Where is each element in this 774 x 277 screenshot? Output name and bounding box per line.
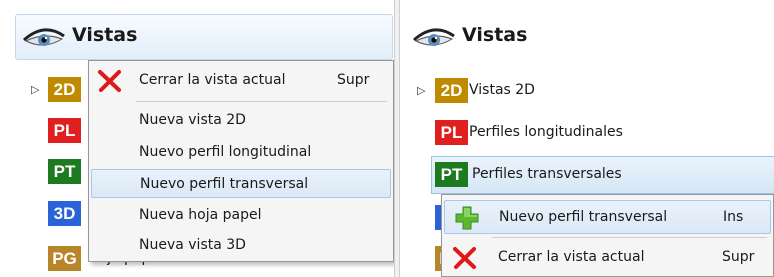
badge-3d: 3D bbox=[48, 201, 81, 226]
views-title: Vistas bbox=[462, 24, 528, 46]
tree-item-pt[interactable]: PT Perfiles transversales bbox=[435, 162, 765, 190]
menu-item-label: Nuevo perfil transversal bbox=[140, 176, 309, 192]
menu-item-label: Cerrar la vista actual bbox=[139, 72, 286, 88]
menu-item-label: Nuevo perfil transversal bbox=[499, 209, 668, 225]
menu-item-label: Cerrar la vista actual bbox=[498, 249, 645, 265]
badge-pg: PG bbox=[48, 246, 81, 271]
add-plus-icon bbox=[455, 206, 479, 230]
menu-item-close-view[interactable]: Cerrar la vista actual Supr bbox=[442, 243, 773, 272]
menu-item-new-longitudinal-profile[interactable]: Nuevo perfil longitudinal bbox=[89, 138, 393, 167]
menu-item-label: Nueva vista 3D bbox=[139, 237, 246, 253]
views-title: Vistas bbox=[72, 24, 138, 46]
close-x-icon bbox=[98, 70, 121, 92]
menu-item-new-2d-view[interactable]: Nueva vista 2D bbox=[89, 106, 393, 135]
eye-icon bbox=[22, 28, 65, 46]
menu-item-label: Nueva hoja papel bbox=[139, 207, 262, 223]
menu-item-new-3d-view[interactable]: Nueva vista 3D bbox=[89, 231, 393, 260]
views-header: Vistas bbox=[405, 14, 774, 60]
menu-item-new-transversal-profile[interactable]: Nuevo perfil transversal Ins bbox=[444, 200, 771, 234]
left-panel: Vistas ▷ 2D PL PT 3D PG Hoja papel Cerra… bbox=[0, 0, 394, 277]
eye-icon bbox=[412, 28, 455, 46]
menu-item-shortcut: Supr bbox=[722, 249, 755, 265]
tree-item-2d[interactable]: 2D Vistas 2D bbox=[435, 78, 765, 106]
menu-item-new-paper-sheet[interactable]: Nueva hoja papel bbox=[89, 201, 393, 230]
badge-pl: PL bbox=[48, 118, 81, 143]
tree-item-label: Vistas 2D bbox=[469, 82, 535, 98]
badge-pt: PT bbox=[48, 159, 81, 184]
context-menu: Nuevo perfil transversal Ins Cerrar la v… bbox=[441, 194, 774, 277]
badge-pl: PL bbox=[435, 120, 468, 145]
menu-separator bbox=[136, 101, 387, 102]
expand-arrow-icon[interactable]: ▷ bbox=[417, 84, 425, 97]
views-header: Vistas bbox=[15, 14, 393, 60]
right-panel: Vistas ▷ 2D Vistas 2D PL Perfiles longit… bbox=[400, 0, 774, 277]
badge-2d: 2D bbox=[435, 78, 468, 103]
close-x-icon bbox=[453, 247, 476, 269]
menu-item-label: Nueva vista 2D bbox=[139, 112, 246, 128]
badge-pt: PT bbox=[435, 162, 468, 187]
tree-item-label: Perfiles longitudinales bbox=[469, 124, 623, 140]
tree-item-pl[interactable]: PL Perfiles longitudinales bbox=[435, 120, 765, 148]
badge-2d: 2D bbox=[48, 77, 81, 102]
menu-item-shortcut: Ins bbox=[723, 209, 744, 225]
menu-separator bbox=[492, 237, 767, 238]
tree-item-label: Perfiles transversales bbox=[472, 166, 622, 182]
menu-item-close-view[interactable]: Cerrar la vista actual Supr bbox=[89, 66, 393, 95]
menu-item-shortcut: Supr bbox=[337, 72, 370, 88]
menu-item-new-transversal-profile[interactable]: Nuevo perfil transversal bbox=[91, 169, 391, 198]
menu-item-label: Nuevo perfil longitudinal bbox=[139, 144, 312, 160]
expand-arrow-icon[interactable]: ▷ bbox=[31, 83, 39, 96]
context-menu: Cerrar la vista actual Supr Nueva vista … bbox=[88, 60, 394, 262]
